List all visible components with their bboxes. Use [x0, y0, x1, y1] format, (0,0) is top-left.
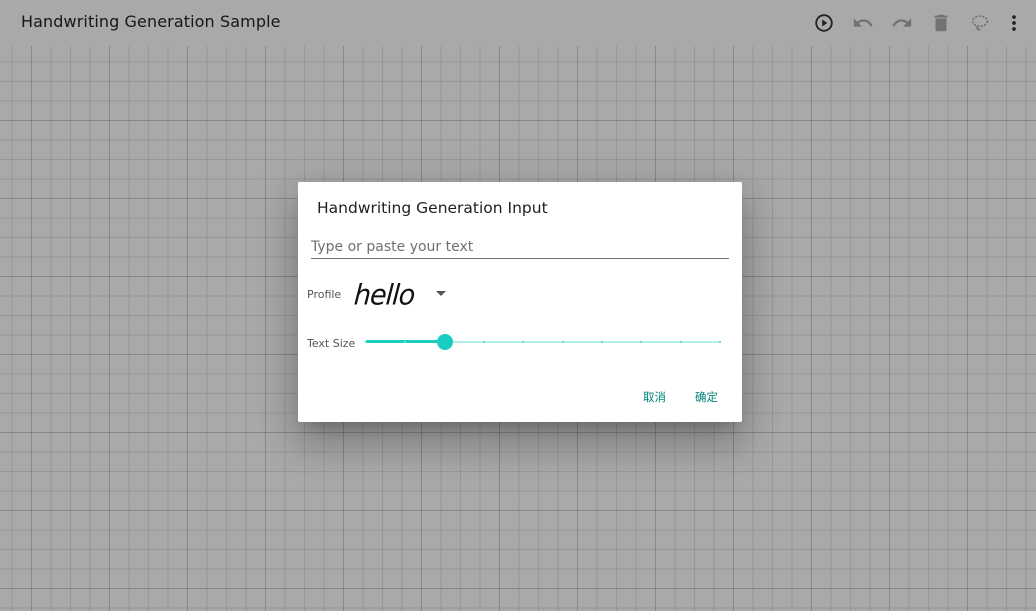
cancel-button[interactable]: 取消: [643, 389, 666, 405]
slider-tick: [365, 341, 367, 343]
app-window: Handwriting Generation Sample Handwritin…: [0, 0, 1036, 611]
text-input[interactable]: [311, 236, 729, 259]
slider-tick: [483, 341, 485, 343]
slider-tick: [601, 341, 603, 343]
slider-tick: [640, 341, 643, 343]
dialog-title: Handwriting Generation Input: [317, 199, 548, 217]
slider-tick: [404, 341, 407, 343]
slider-thumb[interactable]: [436, 334, 453, 350]
handwriting-preview: hello: [352, 278, 416, 312]
profile-dropdown[interactable]: hello: [352, 278, 450, 312]
slider-tick: [679, 341, 682, 343]
text-size-slider[interactable]: [365, 334, 721, 350]
profile-label: Profile: [307, 288, 342, 301]
handwriting-input-dialog: Handwriting Generation Input Profile hel…: [298, 182, 742, 422]
slider-tick: [522, 341, 525, 343]
text-size-label: Text Size: [307, 337, 356, 350]
slider-tick: [561, 341, 564, 343]
confirm-button[interactable]: 确定: [695, 389, 718, 405]
slider-tick: [719, 341, 721, 343]
dropdown-arrow-icon: [436, 291, 446, 296]
